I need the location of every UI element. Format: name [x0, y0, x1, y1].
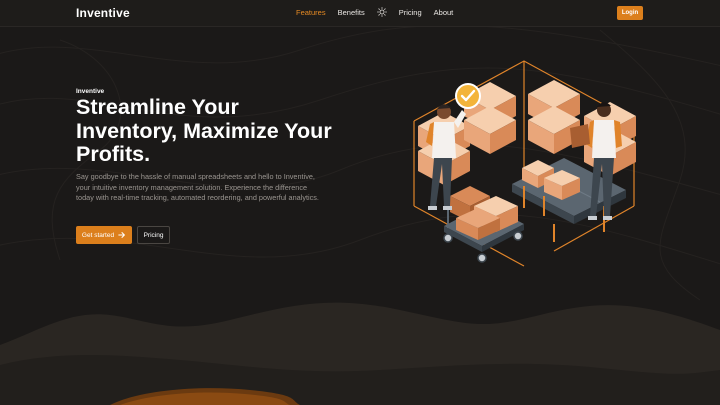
checkmark-badge-icon: [455, 83, 481, 109]
decorative-wave-footer: [0, 302, 720, 405]
nav-link-features[interactable]: Features: [296, 8, 326, 17]
brand-logo[interactable]: Inventive: [76, 6, 130, 20]
hero-headline: Streamline Your Inventory, Maximize Your…: [76, 95, 332, 166]
nav-link-pricing[interactable]: Pricing: [399, 8, 422, 17]
top-navigation: Inventive Features Benefits Pricing Abou…: [0, 0, 720, 27]
warehouse-workers-with-boxes-illustration: [413, 60, 636, 267]
nav-link-about[interactable]: About: [434, 8, 454, 17]
get-started-button[interactable]: Get started: [76, 226, 132, 244]
get-started-label: Get started: [81, 231, 115, 239]
hero-subtext: Say goodbye to the hassle of manual spre…: [76, 172, 319, 202]
sun-icon[interactable]: [376, 7, 387, 17]
landing-page: Inventive Features Benefits Pricing Abou…: [0, 0, 720, 405]
arrow-right-icon: [118, 232, 125, 238]
nav-links: Features Benefits Pricing About: [296, 7, 465, 17]
hand-truck-with-boxes: [443, 186, 524, 263]
nav-link-benefits[interactable]: Benefits: [338, 8, 365, 17]
login-button[interactable]: Login: [617, 6, 643, 20]
pricing-button[interactable]: Pricing: [137, 226, 170, 244]
hero-eyebrow: Inventive: [76, 88, 105, 95]
